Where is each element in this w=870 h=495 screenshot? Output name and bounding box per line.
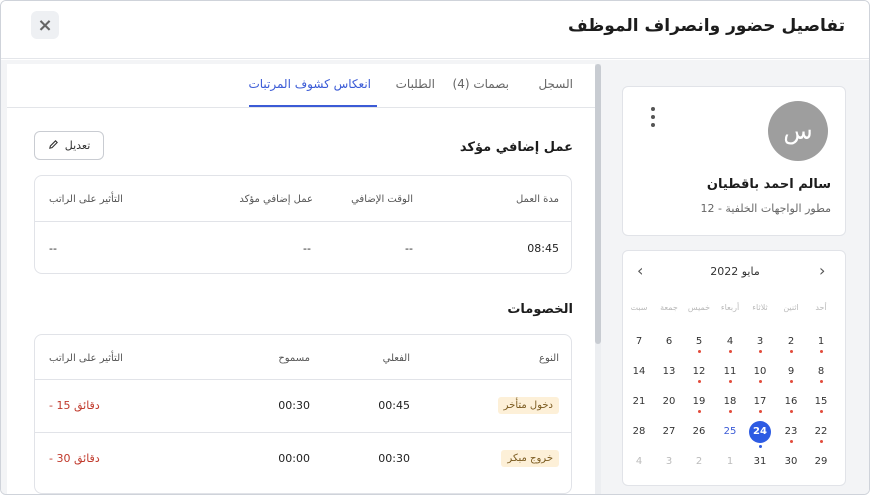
employee-role: مطور الواجهات الخلفية - 12	[700, 202, 831, 215]
calendar-day[interactable]: 30	[780, 451, 802, 473]
attendance-dot	[789, 410, 793, 413]
attendance-dot	[758, 350, 762, 353]
work-duration-value: 08:45	[527, 242, 559, 255]
actual-value: 00:45	[378, 399, 410, 412]
tab-payroll-reflection[interactable]: انعكاس كشوف المرتبات	[248, 77, 371, 91]
col-salary-impact: التأثير على الراتب	[49, 353, 123, 364]
attendance-dot	[728, 410, 732, 413]
calendar-weekday: أربعاء	[720, 303, 740, 312]
calendar-weekday: ثلاثاء	[752, 303, 768, 312]
overtime-table: مدة العمل الوقت الإضافي عمل إضافي مؤكد ا…	[34, 175, 572, 274]
active-tab-indicator	[249, 105, 377, 107]
calendar-day[interactable]: 28	[628, 421, 650, 443]
status-badge: دخول متأخر	[497, 397, 559, 414]
edit-label: تعديل	[64, 139, 91, 152]
chevron-right-icon[interactable]: ›	[819, 261, 825, 280]
calendar-day[interactable]: 24	[749, 421, 771, 443]
attendance-dot	[789, 380, 793, 383]
attendance-dot	[789, 440, 793, 443]
main-scrollbar[interactable]	[595, 64, 601, 494]
salary-impact-value: --	[49, 242, 57, 255]
calendar-weekday: خميس	[687, 303, 711, 312]
calendar-weekday: سبت	[630, 303, 648, 312]
edit-button[interactable]: تعديل	[34, 131, 104, 160]
actual-value: 00:30	[378, 452, 410, 465]
close-button[interactable]: ×	[31, 11, 59, 39]
more-options-icon[interactable]	[649, 107, 657, 127]
col-extra-time: الوقت الإضافي	[351, 194, 413, 205]
calendar-weekday: جمعة	[660, 303, 678, 312]
attendance-dot	[697, 380, 701, 383]
tab-requests[interactable]: الطلبات	[396, 77, 435, 91]
calendar-day[interactable]: 6	[658, 331, 680, 353]
main-panel: السجل بصمات (4) الطلبات انعكاس كشوف المر…	[7, 64, 595, 494]
extra-time-value: --	[405, 242, 413, 255]
calendar-day[interactable]: 14	[628, 361, 650, 383]
calendar-day[interactable]: 29	[810, 451, 832, 473]
avatar: س	[768, 101, 828, 161]
allowed-value: 00:30	[278, 399, 310, 412]
col-actual: الفعلي	[382, 353, 410, 364]
calendar-weekday: أحد	[815, 303, 827, 312]
col-salary-impact: التأثير على الراتب	[49, 194, 123, 205]
attendance-dot	[758, 410, 762, 413]
table-row: خروج مبكر 00:30 00:00 - 30 دقائق	[35, 433, 571, 486]
attendance-dot	[789, 350, 793, 353]
deductions-table-header: النوع الفعلي مسموح التأثير على الراتب	[35, 335, 571, 380]
calendar: ‹ مايو 2022 › أحد اثنين ثلاثاء أربعاء خميس جم…	[622, 250, 846, 486]
calendar-day[interactable]: 21	[628, 391, 650, 413]
calendar-day[interactable]: 27	[658, 421, 680, 443]
tabs-bar: السجل بصمات (4) الطلبات انعكاس كشوف المر…	[7, 64, 595, 108]
calendar-day[interactable]: 4	[628, 451, 650, 473]
attendance-details-modal: تفاصيل حضور وانصراف الموظف × السجل بصمات…	[0, 0, 870, 495]
pencil-icon	[48, 139, 59, 153]
attendance-dot	[819, 410, 823, 413]
attendance-dot	[728, 350, 732, 353]
calendar-day[interactable]: 31	[749, 451, 771, 473]
attendance-dot	[697, 410, 701, 413]
calendar-day[interactable]: 7	[628, 331, 650, 353]
col-confirmed-overtime: عمل إضافي مؤكد	[239, 194, 313, 205]
calendar-day[interactable]: 25	[719, 421, 741, 443]
calendar-day[interactable]: 1	[719, 451, 741, 473]
close-icon: ×	[37, 14, 53, 36]
table-row: 08:45 -- -- --	[35, 222, 571, 273]
tab-log[interactable]: السجل	[538, 77, 573, 91]
today-dot	[758, 445, 762, 448]
modal-title: تفاصيل حضور وانصراف الموظف	[568, 16, 845, 36]
salary-impact-value: - 30 دقائق	[49, 452, 100, 465]
calendar-weekday: اثنين	[783, 303, 799, 312]
calendar-day[interactable]: 26	[688, 421, 710, 443]
calendar-month-label: مايو 2022	[710, 265, 760, 278]
attendance-dot	[819, 380, 823, 383]
table-row: دخول متأخر 00:45 00:30 - 15 دقائق	[35, 380, 571, 433]
col-type: النوع	[539, 353, 559, 364]
scrollbar-thumb[interactable]	[595, 64, 601, 344]
modal-header: تفاصيل حضور وانصراف الموظف ×	[1, 1, 869, 59]
attendance-dot	[697, 350, 701, 353]
attendance-dot	[819, 440, 823, 443]
calendar-day[interactable]: 20	[658, 391, 680, 413]
salary-impact-value: - 15 دقائق	[49, 399, 100, 412]
overtime-table-header: مدة العمل الوقت الإضافي عمل إضافي مؤكد ا…	[35, 176, 571, 222]
calendar-day[interactable]: 3	[658, 451, 680, 473]
attendance-dot	[758, 380, 762, 383]
attendance-dot	[819, 350, 823, 353]
employee-profile-card: س سالم احمد باقطيان مطور الواجهات الخلفي…	[622, 86, 846, 236]
deductions-section-title: الخصومات	[507, 302, 573, 317]
attendance-dot	[728, 380, 732, 383]
modal-body: السجل بصمات (4) الطلبات انعكاس كشوف المر…	[1, 60, 869, 494]
deductions-table: النوع الفعلي مسموح التأثير على الراتب دخ…	[34, 334, 572, 494]
calendar-day[interactable]: 2	[688, 451, 710, 473]
confirmed-overtime-value: --	[303, 242, 311, 255]
allowed-value: 00:00	[278, 452, 310, 465]
calendar-day[interactable]: 13	[658, 361, 680, 383]
col-work-duration: مدة العمل	[515, 194, 559, 205]
employee-name: سالم احمد باقطيان	[706, 177, 831, 192]
overtime-section-title: عمل إضافي مؤكد	[459, 140, 573, 155]
chevron-left-icon[interactable]: ‹	[637, 261, 643, 280]
col-allowed: مسموح	[278, 353, 310, 364]
status-badge: خروج مبكر	[501, 450, 559, 467]
tab-fingerprints[interactable]: بصمات (4)	[453, 77, 509, 91]
